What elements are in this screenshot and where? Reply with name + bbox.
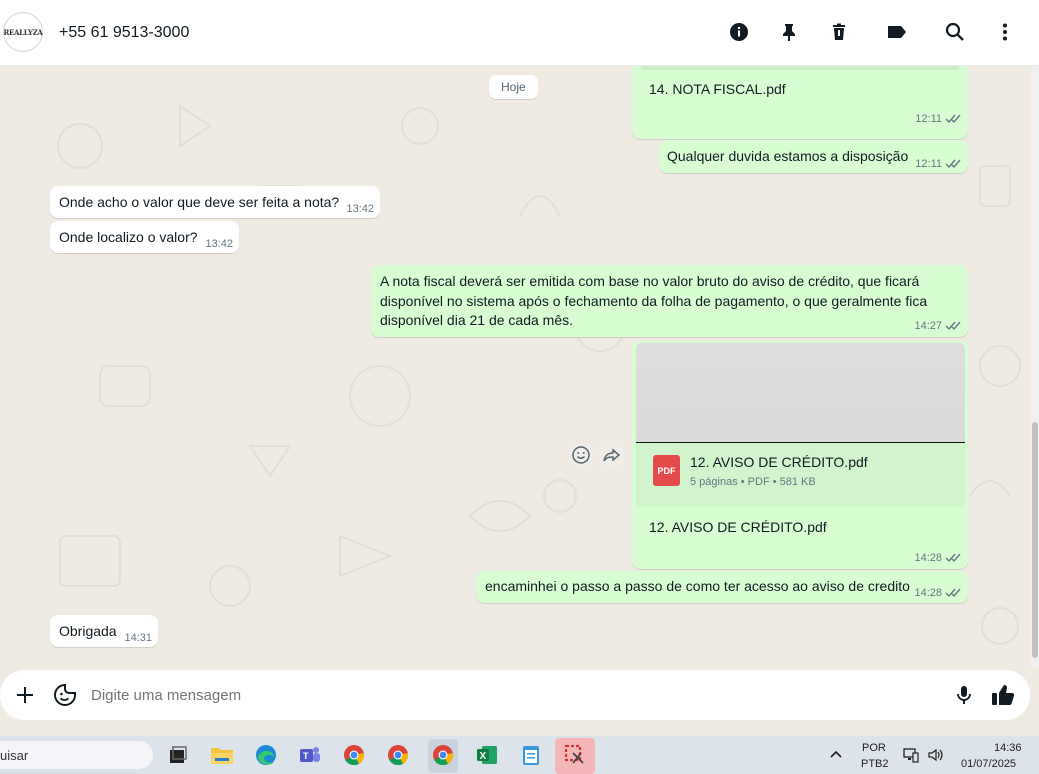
chat-scrollbar-thumb[interactable]: [1032, 422, 1038, 658]
edge-browser-icon[interactable]: [254, 743, 278, 767]
task-view-icon[interactable]: [166, 743, 190, 767]
read-ticks-icon: [945, 321, 961, 331]
message-time: 14:28: [914, 587, 942, 599]
volume-icon[interactable]: [927, 747, 945, 763]
search-icon[interactable]: [943, 20, 967, 44]
message-time: 12:11: [915, 113, 942, 125]
message-time: 14:31: [124, 632, 152, 644]
svg-text:T: T: [303, 751, 309, 761]
document-name: 12. AVISO DE CRÉDITO.pdf: [690, 454, 868, 470]
message-bubble-outgoing[interactable]: A nota fiscal deverá ser emitida com bas…: [371, 265, 968, 337]
message-text: encaminhei o passo a passo de como ter a…: [485, 578, 910, 594]
message-text-line: A nota fiscal deverá ser emitida com bas…: [380, 273, 920, 289]
document-caption: 12. AVISO DE CRÉDITO.pdf: [649, 519, 827, 535]
message-time: 13:42: [205, 238, 233, 250]
clock-date[interactable]: 01/07/2025: [961, 758, 1016, 770]
forward-icon: [603, 448, 621, 462]
message-text: Onde acho o valor que deve ser feita a n…: [59, 194, 340, 210]
read-ticks-icon: [945, 159, 961, 169]
excel-icon[interactable]: X: [475, 743, 499, 767]
clock-time[interactable]: 14:36: [994, 742, 1022, 754]
thumbs-up-icon[interactable]: [990, 682, 1016, 708]
snipping-tool-icon[interactable]: [563, 743, 587, 767]
react-button[interactable]: [568, 442, 594, 468]
message-time: 14:28: [914, 552, 942, 564]
message-bubble-outgoing[interactable]: 14. NOTA FISCAL.pdf 12:11: [632, 66, 968, 139]
mic-icon[interactable]: [952, 683, 976, 707]
language-indicator-bottom[interactable]: PTB2: [861, 758, 889, 770]
chat-header: REALLYZA +55 61 9513-3000: [0, 0, 1039, 66]
label-icon[interactable]: [885, 20, 909, 44]
document-meta: 5 páginas • PDF • 581 KB: [690, 476, 816, 488]
message-time: 13:42: [346, 203, 374, 215]
teams-icon[interactable]: T: [298, 743, 322, 767]
read-ticks-icon: [945, 553, 961, 563]
message-bubble-outgoing[interactable]: Qualquer duvida estamos a disposição 12:…: [659, 140, 968, 173]
read-ticks-icon: [945, 588, 961, 598]
file-explorer-icon[interactable]: [210, 743, 234, 767]
taskbar-search-box[interactable]: uisar: [0, 741, 153, 769]
message-time: 14:27: [914, 320, 942, 332]
taskbar-search-text: uisar: [0, 748, 29, 763]
pdf-file-icon: PDF: [653, 455, 680, 486]
message-text: 14. NOTA FISCAL.pdf: [649, 81, 786, 97]
read-ticks-icon: [945, 114, 961, 124]
more-icon[interactable]: [993, 20, 1017, 44]
language-indicator-top[interactable]: POR: [862, 742, 886, 754]
delete-icon[interactable]: [827, 20, 851, 44]
attachment-preview-edge: [640, 66, 960, 70]
emoji-icon: [572, 446, 590, 464]
pin-icon[interactable]: [777, 20, 801, 44]
message-text-line: disponível no sistema após o fechamento …: [380, 293, 928, 309]
message-input[interactable]: [91, 682, 921, 708]
composer-bar: [0, 670, 1030, 720]
message-bubble-incoming[interactable]: Onde localizo o valor? 13:42: [50, 221, 239, 253]
plus-icon[interactable]: [13, 683, 37, 707]
document-message-bubble[interactable]: PDF 12. AVISO DE CRÉDITO.pdf 5 páginas •…: [632, 341, 968, 569]
document-card[interactable]: PDF 12. AVISO DE CRÉDITO.pdf 5 páginas •…: [636, 443, 965, 507]
chrome-icon[interactable]: [342, 743, 366, 767]
contact-name[interactable]: +55 61 9513-3000: [59, 24, 189, 42]
date-divider: Hoje: [489, 75, 538, 99]
avatar-logo-text: REALLYZA: [3, 27, 43, 37]
chevron-up-icon[interactable]: [828, 746, 844, 762]
svg-text:X: X: [480, 751, 487, 762]
chrome-active-icon[interactable]: [431, 743, 455, 767]
chrome-profile-icon[interactable]: [386, 743, 410, 767]
network-icon[interactable]: [903, 747, 919, 763]
message-text-line: disponível dia 21 de cada mês.: [380, 312, 574, 328]
sticker-icon[interactable]: [53, 683, 77, 707]
message-time: 12:11: [915, 158, 942, 170]
message-bubble-incoming[interactable]: Obrigada 14:31: [50, 615, 158, 647]
document-preview-thumbnail[interactable]: [636, 343, 965, 443]
avatar[interactable]: REALLYZA: [3, 12, 43, 52]
message-text: Qualquer duvida estamos a disposição: [667, 148, 909, 164]
notepad-icon[interactable]: [519, 743, 543, 767]
message-bubble-incoming[interactable]: Onde acho o valor que deve ser feita a n…: [50, 186, 380, 218]
message-bubble-outgoing[interactable]: encaminhei o passo a passo de como ter a…: [476, 571, 968, 603]
forward-button[interactable]: [599, 442, 625, 468]
info-icon[interactable]: [727, 20, 751, 44]
message-text: Obrigada: [59, 623, 117, 639]
message-text: Onde localizo o valor?: [59, 229, 198, 245]
message-list[interactable]: 14. NOTA FISCAL.pdf 12:11 Hoje Qualquer …: [0, 66, 1030, 668]
